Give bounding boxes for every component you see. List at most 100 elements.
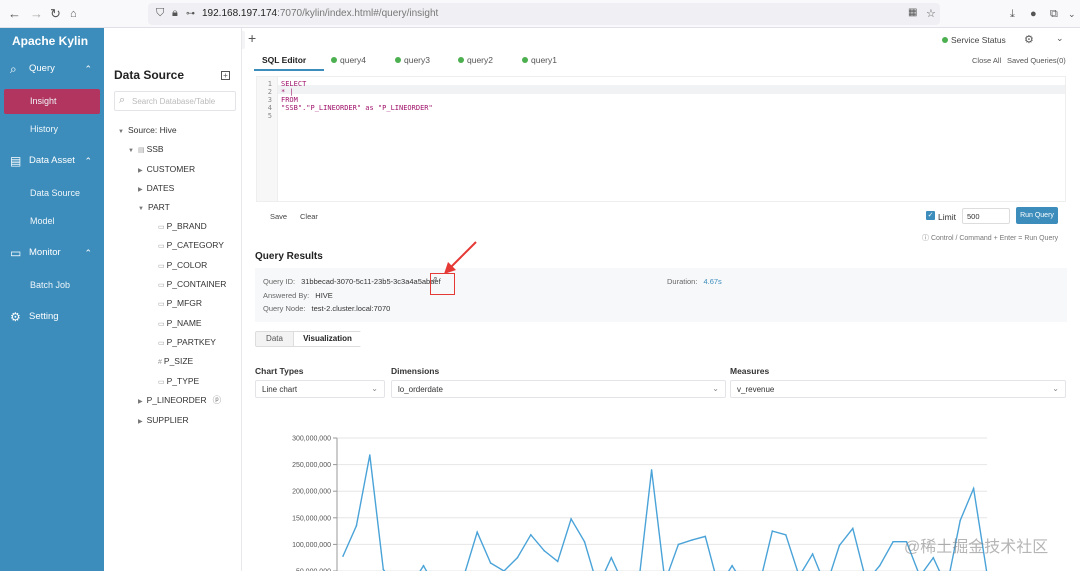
tree-column[interactable]: ▭ P_CATEGORY — [158, 237, 224, 253]
code-line: "SSB"."P_LINEORDER" as "P_LINEORDER" — [281, 104, 433, 112]
string-column-icon: ▭ — [158, 340, 165, 347]
sidebar-group-query[interactable]: ⌕ Query ⌃ — [0, 57, 104, 81]
sidebar-group-data-asset[interactable]: ▤ Data Asset ⌃ — [0, 149, 104, 173]
measure-select[interactable]: v_revenue ⌄ — [730, 380, 1066, 398]
y-tick-label: 100,000,000 — [292, 542, 331, 549]
home-icon[interactable]: ⌂ — [70, 6, 77, 22]
tree-column[interactable]: ▭ P_COLOR — [158, 257, 207, 273]
saved-queries-link[interactable]: Saved Queries(0) — [1007, 56, 1066, 65]
tree-column[interactable]: ▭ P_NAME — [158, 315, 202, 331]
data-point — [771, 530, 774, 532]
chevron-down-icon: ⌄ — [371, 384, 378, 393]
line-chart: 300,000,000 250,000,000 200,000,000 150,000… — [292, 436, 988, 571]
monitor-icon: ▭ — [10, 246, 22, 260]
data-point — [838, 544, 841, 547]
data-point — [530, 534, 532, 536]
chart-type-select[interactable]: Line chart ⌄ — [255, 380, 385, 398]
address-bar[interactable]: ⛉ 🔒︎ ⊶ 192.168.197.174:7070/kylin/index.… — [148, 3, 940, 25]
results-title: Query Results — [255, 251, 323, 262]
sidebar-item-batch-job[interactable]: Batch Job — [4, 273, 100, 298]
limit-checkbox[interactable]: ✓ — [926, 211, 935, 220]
extensions-icon[interactable]: ⧉ — [1050, 6, 1058, 22]
sql-editor[interactable]: 1 2 3 4 5 SELECT * | FROM "SSB"."P_LINEO… — [256, 76, 1066, 202]
menu-chevron-icon[interactable]: ⌄ — [1068, 6, 1076, 22]
tree-table-dates[interactable]: ▶ DATES — [138, 180, 174, 196]
string-column-icon: ▭ — [158, 321, 165, 328]
tab-query3[interactable]: query3 — [395, 55, 430, 65]
sidebar-item-history[interactable]: History — [4, 117, 100, 142]
add-source-button[interactable]: + — [221, 71, 230, 80]
tab-sql-editor[interactable]: SQL Editor — [262, 55, 306, 65]
tree-table-customer[interactable]: ▶ CUSTOMER — [138, 161, 195, 177]
success-dot — [331, 57, 337, 63]
sidebar-group-setting[interactable]: ⚙ Setting — [0, 305, 104, 329]
tab-query4[interactable]: query4 — [331, 55, 366, 65]
account-icon[interactable]: ● — [1030, 6, 1037, 22]
add-project-button[interactable]: + — [248, 30, 256, 46]
visualization-view-button[interactable]: Visualization — [293, 332, 361, 346]
tab-query1[interactable]: query1 — [522, 55, 557, 65]
tab-query2[interactable]: query2 — [458, 55, 493, 65]
search-icon: ⌕ — [119, 94, 126, 106]
download-icon[interactable]: ⤓ — [1010, 6, 1015, 22]
bookmark-star-icon[interactable]: ☆ — [926, 7, 936, 20]
tree-table-supplier[interactable]: ▶ SUPPLIER — [138, 412, 189, 428]
highlight-box — [430, 273, 455, 295]
forward-icon[interactable]: → — [30, 6, 43, 22]
caret-right-icon: ▶ — [138, 168, 143, 174]
answered-by-row: Answered By: HIVE — [263, 291, 333, 300]
admin-settings-icon[interactable]: ⚙ — [1024, 33, 1034, 46]
sidebar-item-insight[interactable]: Insight — [4, 89, 100, 114]
sidebar-group-monitor[interactable]: ▭ Monitor ⌃ — [0, 241, 104, 265]
series-line — [342, 454, 988, 571]
browser-toolbar: ← → ↻ ⌂ ⛉ 🔒︎ ⊶ 192.168.197.174:7070/kyli… — [0, 0, 1080, 28]
y-tick-label: 200,000,000 — [292, 489, 331, 496]
sidebar-item-model[interactable]: Model — [4, 209, 100, 234]
caret-right-icon: ▶ — [138, 419, 143, 425]
data-point — [704, 535, 707, 538]
back-icon[interactable]: ← — [8, 6, 21, 22]
y-tick-label: 300,000,000 — [292, 436, 331, 443]
editor-footer: Save Clear ✓ Limit 500 Run Query — [256, 202, 1066, 230]
string-column-icon: ▭ — [158, 243, 165, 250]
dimension-select[interactable]: lo_orderdate ⌄ — [391, 380, 726, 398]
user-chevron-icon[interactable]: ⌄ — [1056, 33, 1064, 44]
string-column-icon: ▭ — [158, 224, 165, 231]
view-badge-icon: ⓟ — [212, 395, 222, 405]
data-point — [892, 540, 894, 543]
save-button[interactable]: Save — [270, 212, 287, 221]
tree-database-ssb[interactable]: ▼ ▤ SSB — [128, 141, 164, 157]
qr-code-icon[interactable]: ▦ — [908, 7, 917, 18]
service-status[interactable]: Service Status — [942, 35, 1006, 45]
tree-column[interactable]: ▭ P_BRAND — [158, 218, 207, 234]
tree-column[interactable]: ▭ P_CONTAINER — [158, 276, 226, 292]
data-point — [476, 531, 478, 533]
numeric-column-icon: # — [158, 359, 162, 366]
close-all-link[interactable]: Close All — [972, 56, 1001, 65]
run-query-button[interactable]: Run Query — [1016, 207, 1058, 224]
tree-column[interactable]: ▭ P_PARTKEY — [158, 334, 216, 350]
clear-button[interactable]: Clear — [300, 212, 318, 221]
data-point — [543, 549, 546, 552]
tree-table-p-lineorder[interactable]: ▶ P_LINEORDER ⓟ — [138, 392, 221, 408]
caret-right-icon: ▶ — [138, 399, 143, 405]
limit-input[interactable]: 500 — [962, 208, 1010, 224]
data-point — [959, 519, 961, 522]
sidebar-item-data-source[interactable]: Data Source — [4, 181, 100, 206]
results-info: Query ID: 31bbecad-3070-5c11-23b5-3c3a4a5… — [255, 268, 1067, 322]
tree-source-hive[interactable]: ▼ Source: Hive — [118, 122, 177, 138]
gear-icon: ⚙ — [10, 310, 21, 324]
success-dot — [395, 57, 401, 63]
caret-right-icon: ▶ — [138, 187, 143, 193]
data-point — [811, 553, 814, 555]
data-view-button[interactable]: Data — [256, 332, 293, 346]
active-line-highlight — [278, 85, 1065, 94]
tree-column[interactable]: ▭ P_MFGR — [158, 295, 202, 311]
tree-column[interactable]: ▭ P_TYPE — [158, 373, 199, 389]
search-input[interactable]: ⌕ Search Database/Table — [114, 91, 236, 111]
data-point — [422, 564, 425, 567]
reload-icon[interactable]: ↻ — [50, 6, 61, 22]
active-tab-indicator — [254, 69, 324, 71]
tree-column[interactable]: # P_SIZE — [158, 353, 193, 369]
tree-table-part[interactable]: ▼ PART — [138, 199, 170, 215]
